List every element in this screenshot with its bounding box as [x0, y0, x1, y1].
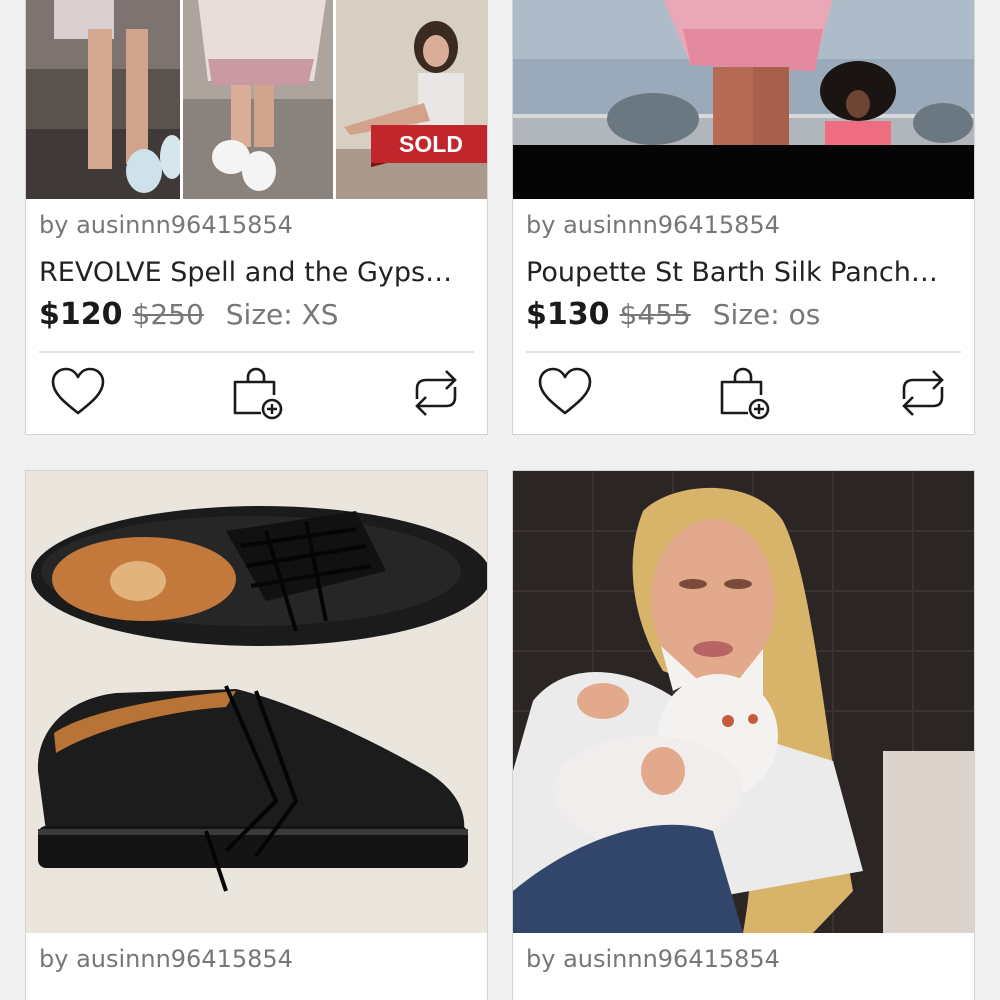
share-button[interactable] [893, 363, 953, 423]
divider [39, 351, 474, 353]
listing-title[interactable]: Poupette St Barth Silk Panch… [526, 257, 966, 288]
original-price: $455 [619, 298, 691, 331]
listing-photo[interactable] [26, 471, 487, 933]
listing-photo[interactable] [513, 471, 974, 933]
size-label: Size: XS [225, 298, 339, 331]
add-to-bundle-button[interactable] [226, 363, 286, 423]
like-button[interactable] [48, 363, 108, 423]
listing-photo[interactable] [513, 0, 974, 199]
seller-link[interactable]: by ausinnn96415854 [526, 945, 780, 973]
add-to-bundle-button[interactable] [713, 363, 773, 423]
heart-icon [51, 367, 105, 415]
size-label: Size: os [712, 298, 821, 331]
listing-title[interactable]: REVOLVE Spell and the Gyps… [39, 257, 479, 288]
sold-label: SOLD [399, 131, 463, 157]
like-button[interactable] [535, 363, 595, 423]
price-row: $120 $250 Size: XS [39, 297, 339, 332]
repost-icon [415, 370, 457, 416]
listing-photo-collage[interactable]: SOLD [26, 0, 487, 199]
price-row: $130 $455 Size: os [526, 297, 820, 332]
price: $130 [526, 297, 610, 332]
listing-card[interactable]: by ausinnn96415854 [25, 470, 488, 1000]
listing-card[interactable]: by ausinnn96415854 [512, 470, 975, 1000]
heart-icon [538, 367, 592, 415]
listing-card[interactable]: by ausinnn96415854 Poupette St Barth Sil… [512, 0, 975, 435]
price: $120 [39, 297, 123, 332]
sold-badge: SOLD [371, 125, 487, 167]
listing-actions [26, 363, 487, 423]
original-price: $250 [132, 298, 204, 331]
seller-link[interactable]: by ausinnn96415854 [526, 211, 780, 239]
shopping-bag-plus-icon [720, 367, 770, 420]
listing-actions [513, 363, 974, 423]
seller-link[interactable]: by ausinnn96415854 [39, 945, 293, 973]
repost-icon [902, 370, 944, 416]
share-button[interactable] [406, 363, 466, 423]
shopping-bag-plus-icon [233, 367, 283, 420]
seller-link[interactable]: by ausinnn96415854 [39, 211, 293, 239]
divider [526, 351, 961, 353]
listing-card[interactable]: SOLD by ausinnn96415854 REVOLVE Spell an… [25, 0, 488, 435]
